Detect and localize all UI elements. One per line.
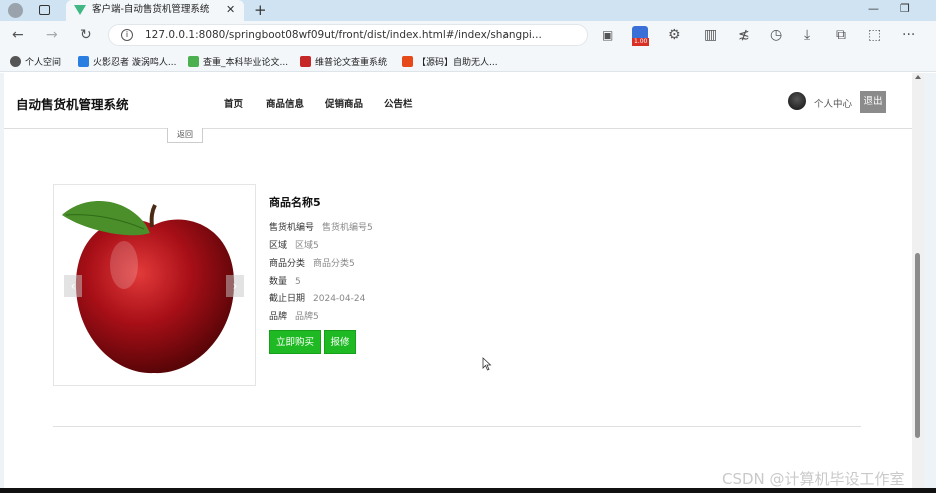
bookmarks-bar: 个人空间 火影忍者 漩涡鸣人... 查重_本科毕业论文... 维普论文查重系统 … [0, 50, 936, 72]
site-header: 自动售货机管理系统 首页 商品信息 促销商品 公告栏 个人中心 退出 [4, 73, 912, 129]
user-avatar[interactable] [788, 92, 806, 110]
screenshot-icon[interactable]: ⬚ [868, 28, 881, 42]
taskbar-edge [0, 488, 936, 493]
puzzle-icon[interactable]: ⚙ [668, 28, 681, 42]
extension-icon[interactable]: ▣ [602, 28, 613, 42]
minimize-icon[interactable]: — [868, 2, 879, 15]
bookmark-item[interactable]: 维普论文查重系统 [300, 55, 387, 68]
bookmark-item[interactable]: 查重_本科毕业论文... [188, 55, 288, 68]
favorites-icon[interactable]: ≴ [738, 28, 750, 42]
bookmark-icon [402, 56, 413, 67]
address-bar[interactable]: i 127.0.0.1:8080/springboot08wf09ut/fron… [108, 24, 588, 46]
carousel-next-button[interactable]: › [226, 275, 244, 297]
product-image-carousel: ‹ › [53, 184, 256, 386]
field-machine-no: 售货机编号 售货机编号5 [269, 223, 373, 233]
logout-button[interactable]: 退出 [860, 91, 886, 113]
nav-promotions[interactable]: 促销商品 [325, 96, 363, 110]
vue-logo-icon [74, 5, 86, 15]
bookmark-icon [78, 56, 89, 67]
back-arrow-icon[interactable]: ← [12, 28, 24, 42]
more-menu-icon[interactable]: ··· [902, 28, 915, 42]
zoom-badge: 1.00 [632, 38, 650, 46]
bookmark-item[interactable]: 火影忍者 漩涡鸣人... [78, 55, 176, 68]
bookmark-item[interactable]: 个人空间 [10, 55, 61, 68]
browser-title-bar: 客户端-自动售货机管理系统 ✕ + — ❐ [0, 0, 936, 21]
bookmark-icon [300, 56, 311, 67]
restore-icon[interactable]: ❐ [900, 2, 910, 15]
bookmark-item[interactable]: 【源码】自助无人... [402, 55, 498, 68]
field-area: 区域 区域5 [269, 241, 319, 251]
field-deadline: 截止日期 2024-04-24 [269, 294, 366, 304]
page-scrollbar[interactable] [912, 73, 924, 493]
section-divider [53, 426, 861, 427]
profile-avatar-icon[interactable] [8, 3, 23, 18]
tab-close-icon[interactable]: ✕ [226, 0, 235, 20]
url-text: 127.0.0.1:8080/springboot08wf09ut/front/… [145, 29, 542, 41]
field-quantity: 数量 5 [269, 277, 301, 287]
nav-notices[interactable]: 公告栏 [384, 96, 413, 110]
field-category: 商品分类 商品分类5 [269, 259, 355, 269]
tab-title: 客户端-自动售货机管理系统 [92, 4, 210, 15]
repair-button[interactable]: 报修 [324, 330, 356, 354]
mouse-cursor-icon [482, 357, 492, 371]
history-icon[interactable]: ◷ [770, 28, 782, 42]
user-center-link[interactable]: 个人中心 [814, 96, 852, 110]
nav-home[interactable]: 首页 [224, 96, 243, 110]
page-content: 自动售货机管理系统 首页 商品信息 促销商品 公告栏 个人中心 退出 返回 ‹ … [4, 73, 912, 493]
field-brand: 品牌 品牌5 [269, 312, 319, 322]
download-icon[interactable]: ⤓ [804, 28, 810, 42]
new-tab-button[interactable]: + [254, 1, 267, 19]
browser-tab[interactable]: 客户端-自动售货机管理系统 ✕ [66, 0, 244, 21]
zoom-search-icon[interactable]: ⌕ [503, 25, 510, 45]
site-info-icon[interactable]: i [121, 29, 133, 41]
site-brand: 自动售货机管理系统 [16, 97, 129, 112]
sidebar-strip [924, 73, 936, 493]
buy-now-button[interactable]: 立即购买 [269, 330, 321, 354]
collections-icon[interactable]: ⧉ [836, 28, 846, 42]
watermark: CSDN @计算机毕设工作室 [722, 470, 905, 488]
back-button[interactable]: 返回 [167, 128, 203, 143]
split-screen-icon[interactable]: ▥ [704, 28, 717, 42]
nav-products[interactable]: 商品信息 [266, 96, 304, 110]
tab-actions-icon[interactable] [39, 5, 50, 15]
bookmark-icon [10, 56, 21, 67]
bookmark-icon [188, 56, 199, 67]
page-viewport: 自动售货机管理系统 首页 商品信息 促销商品 公告栏 个人中心 退出 返回 ‹ … [0, 73, 936, 493]
forward-arrow-icon[interactable]: → [46, 28, 58, 42]
scroll-up-icon[interactable] [915, 75, 921, 79]
reload-icon[interactable]: ↻ [80, 28, 92, 42]
product-name: 商品名称5 [269, 196, 321, 209]
carousel-prev-button[interactable]: ‹ [64, 275, 82, 297]
scrollbar-thumb[interactable] [915, 253, 920, 438]
